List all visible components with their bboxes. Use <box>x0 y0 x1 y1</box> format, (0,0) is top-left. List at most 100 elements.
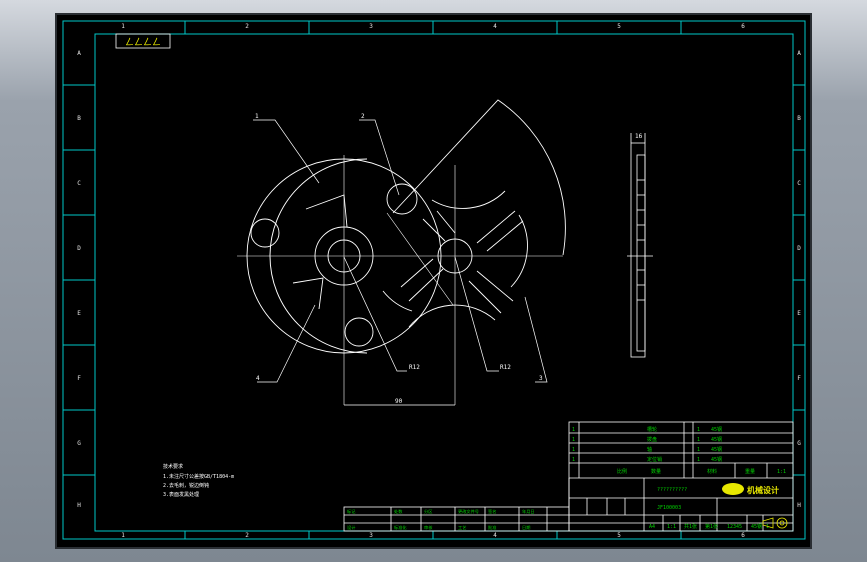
tb-row1-name: 槽轮 <box>647 426 657 433</box>
zone-dividers <box>63 21 805 539</box>
tb-material-label: 材料 <box>707 468 717 475</box>
part-label-4: 4 <box>256 375 260 382</box>
zone-left-c: C <box>77 180 81 187</box>
hole-left <box>250 218 280 248</box>
zone-right-e: E <box>797 310 801 317</box>
outer-frame <box>62 20 806 540</box>
zone-right-a: A <box>797 50 801 57</box>
tb-ab-4: 第1张 <box>705 523 718 530</box>
zone-left-f: F <box>77 375 81 382</box>
tb-weight-label: 重量 <box>745 468 755 475</box>
slot-top <box>305 194 348 228</box>
hole-bottom <box>344 317 374 347</box>
tb-row2-qty: 1 <box>697 437 700 443</box>
zone-top-1: 1 <box>121 23 125 30</box>
tb-drawing-number: JF100003 <box>657 505 681 511</box>
zone-bottom-3: 3 <box>369 532 373 539</box>
tb-drawing-name: ?????????? <box>657 487 687 493</box>
notes-line-1: 1.未注尺寸公差按GB/T1804-m <box>163 473 234 480</box>
tb-row2-material: 45钢 <box>711 436 722 443</box>
tb-row3-material: 45钢 <box>711 446 722 453</box>
tb-row1-material: 45钢 <box>711 426 722 433</box>
tb-row2-no: 1 <box>572 437 575 443</box>
tb-material-value: 45钢 <box>751 523 762 530</box>
wheel-arc-right <box>510 214 528 288</box>
tb-row4-name: 定位销 <box>647 456 662 463</box>
title-block <box>343 421 794 532</box>
notes-line-3: 3.表面发黑处理 <box>163 491 199 498</box>
tb-scale-label: 比例 <box>617 468 627 475</box>
tb-ab-3: 共1张 <box>684 523 697 530</box>
company-logo: 机械设计 <box>722 483 779 495</box>
leader-lines <box>253 119 548 406</box>
zone-left-d: D <box>77 245 81 252</box>
zone-bottom-5: 5 <box>617 532 621 539</box>
geneva-mechanism <box>246 99 566 354</box>
zone-left-e: E <box>77 310 81 317</box>
rev-h1: 标记 <box>347 508 356 515</box>
drawing-viewport[interactable]: 1 2 3 4 5 6 1 2 3 4 5 6 A B C D E F G H … <box>55 13 812 549</box>
tb-row4-no: 1 <box>572 457 575 463</box>
zone-top-6: 6 <box>741 23 745 30</box>
technical-notes: 技术要求 1.未注尺寸公差按GB/T1804-m 2.去毛刺，锐边倒钝 3.表面… <box>163 463 234 498</box>
rev-r4: 工艺 <box>458 525 466 530</box>
rev-r6: 日期 <box>522 525 530 531</box>
wheel-arc-left <box>382 290 413 312</box>
rev-r2: 标准化 <box>394 524 407 531</box>
corner-mark: ㄥㄥㄥㄥ <box>125 37 161 48</box>
zone-left-b: B <box>77 115 81 122</box>
rev-r1: 设计 <box>347 524 355 531</box>
radius-label-2: R12 <box>500 364 511 371</box>
drawing-sheet: 1 2 3 4 5 6 1 2 3 4 5 6 A B C D E F G H … <box>62 20 806 540</box>
tb-row1-qty: 1 <box>697 427 700 433</box>
notes-line-2: 2.去毛刺，锐边倒钝 <box>163 482 209 489</box>
center-distance: 90 <box>395 398 403 405</box>
part-label-1: 1 <box>255 113 259 120</box>
wheel-arc-bottom <box>408 304 496 328</box>
side-view-dimension: 16 <box>635 133 643 140</box>
sector-pin <box>386 183 418 215</box>
slot-bottom <box>292 277 324 310</box>
rev-r3: 审核 <box>424 524 433 531</box>
side-view <box>627 133 653 358</box>
notes-title: 技术要求 <box>163 463 183 470</box>
tb-ab-2: 1:1 <box>667 524 676 530</box>
inner-frame <box>94 33 794 532</box>
tb-row4-material: 45钢 <box>711 456 722 463</box>
slot-se <box>468 270 514 314</box>
tb-qty-label: 数量 <box>651 468 661 475</box>
slot-ne <box>476 210 524 252</box>
tb-row3-qty: 1 <box>697 447 700 453</box>
tb-row2-name: 拨盘 <box>647 436 657 443</box>
tb-scale-value: 1:1 <box>777 469 786 475</box>
zone-right-h: H <box>797 502 801 509</box>
slot-sw <box>400 258 444 302</box>
zone-right-g: G <box>797 440 801 447</box>
zone-top-3: 3 <box>369 23 373 30</box>
tb-row1-no: 1 <box>572 427 575 433</box>
zone-top-2: 2 <box>245 23 249 30</box>
zone-right-c: C <box>797 180 801 187</box>
wheel-arc-top <box>431 190 506 209</box>
zone-bottom-4: 4 <box>493 532 497 539</box>
zone-top-4: 4 <box>493 23 497 30</box>
tb-row3-no: 1 <box>572 447 575 453</box>
zone-bottom-1: 1 <box>121 532 125 539</box>
part-label-2: 2 <box>361 113 365 120</box>
zone-top-5: 5 <box>617 23 621 30</box>
zone-left-a: A <box>77 50 81 57</box>
centerlines <box>237 155 563 405</box>
zone-right-b: B <box>797 115 801 122</box>
zone-right-f: F <box>797 375 801 382</box>
radius-label-1: R12 <box>409 364 420 371</box>
tb-row3-name: 轴 <box>647 446 652 453</box>
tb-ab-1: A4 <box>649 524 655 530</box>
rev-h3: 分区 <box>424 508 432 515</box>
sector <box>392 99 566 256</box>
zone-bottom-2: 2 <box>245 532 249 539</box>
rev-h2: 处数 <box>394 508 403 515</box>
tb-ab-5: 12345 <box>727 524 742 530</box>
zone-left-h: H <box>77 502 81 509</box>
rev-h4: 更改文件号 <box>458 508 479 515</box>
zone-bottom-6: 6 <box>741 532 745 539</box>
